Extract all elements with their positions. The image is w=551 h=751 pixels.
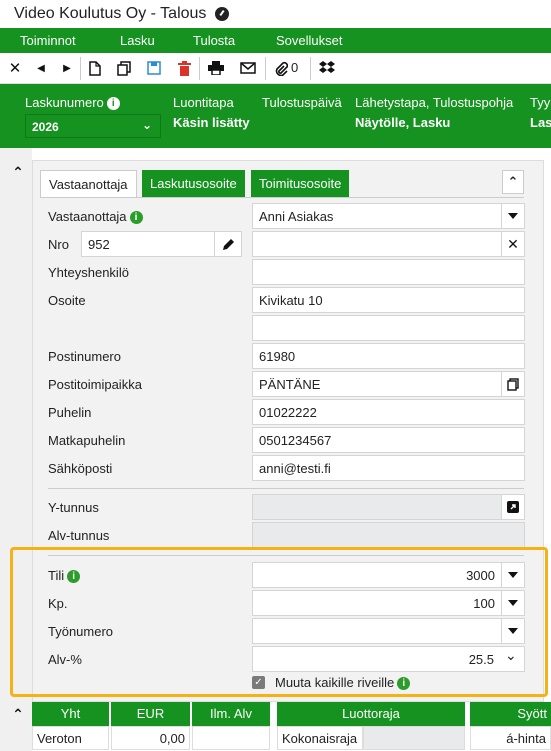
toolbar-divider — [310, 57, 311, 80]
attachment-count: 0 — [291, 60, 299, 75]
type-value: Las — [530, 115, 551, 130]
toolbar-divider — [199, 57, 200, 80]
table-header-syott: Syött — [470, 702, 551, 726]
recipient-dropdown-button[interactable] — [501, 203, 525, 229]
email-icon[interactable] — [239, 59, 257, 77]
business-id-input[interactable] — [252, 494, 502, 520]
toolbar-divider — [265, 57, 266, 80]
phone-input[interactable]: 01022222 — [252, 399, 525, 425]
table-cell-eur: 0,00 — [111, 726, 190, 750]
collapse-up-icon[interactable]: ⌃ — [9, 705, 27, 723]
toolbar-divider — [80, 57, 81, 80]
creation-method-label: Luontitapa — [173, 95, 234, 110]
table-cell-ilm-alv — [192, 726, 270, 750]
pencil-icon — [222, 238, 234, 250]
invoice-number-label: Laskunumero i — [25, 95, 120, 111]
mobile-input[interactable]: 0501234567 — [252, 427, 525, 453]
email-input[interactable]: anni@testi.fi — [252, 455, 525, 481]
postal-code-label: Postinumero — [48, 349, 121, 364]
table-cell-credit-value[interactable] — [363, 726, 465, 750]
title-bar: Video Koulutus Oy - Talous — [0, 0, 551, 28]
table-cell-veroton: Veroton — [32, 726, 109, 750]
tab-vastaanottaja[interactable]: Vastaanottaja — [40, 170, 137, 197]
save-icon[interactable] — [145, 59, 163, 77]
email-label: Sähköposti — [48, 461, 113, 476]
print-date-label: Tulostuspäivä — [262, 95, 342, 110]
contact-input[interactable] — [252, 259, 525, 285]
menu-bar: Toiminnot Lasku Tulosta Sovellukset — [0, 28, 551, 53]
table-header-ilm-alv: Ilm. Alv — [192, 702, 270, 726]
send-method-label: Lähetystapa, Tulostuspohja — [355, 95, 514, 110]
vat-id-input[interactable] — [252, 522, 525, 548]
table-cell-kokonaisraja: Kokonaisraja — [277, 726, 363, 750]
menu-tulosta[interactable]: Tulosta — [193, 33, 235, 48]
chevron-down-icon: ⌄ — [141, 118, 152, 132]
print-icon[interactable] — [207, 59, 225, 77]
menu-lasku[interactable]: Lasku — [120, 33, 155, 48]
section-divider — [48, 488, 524, 489]
address-line2-input[interactable] — [252, 315, 525, 341]
vat-id-label: Alv-tunnus — [48, 528, 110, 543]
creation-method-value: Käsin lisätty — [173, 115, 250, 130]
phone-label: Puhelin — [48, 405, 92, 420]
type-label: Tyy — [530, 95, 551, 110]
recipient-label: Vastaanottaja i — [48, 209, 143, 225]
address-input[interactable]: Kivikatu 10 — [252, 287, 525, 313]
contact-label: Yhteyshenkilö — [48, 265, 129, 280]
recipient-select[interactable]: Anni Asiakas — [252, 203, 502, 229]
menu-sovellukset[interactable]: Sovellukset — [276, 33, 342, 48]
tab-toimitusosoite[interactable]: Toimitusosoite — [251, 170, 350, 197]
address-label: Osoite — [48, 293, 86, 308]
dashboard-gauge-icon[interactable] — [215, 7, 229, 21]
nro-input[interactable]: 952 — [81, 231, 215, 257]
panel-collapse-icon[interactable]: ⌃ — [502, 170, 524, 194]
invoice-number-select[interactable]: 2026 ⌄ — [25, 114, 161, 138]
nro-label: Nro — [48, 237, 69, 252]
attachment-icon[interactable] — [272, 59, 290, 77]
collapse-up-icon[interactable]: ⌃ — [9, 163, 27, 181]
city-input[interactable]: PÄNTÄNE — [252, 371, 502, 397]
new-document-icon[interactable] — [86, 59, 104, 77]
table-cell-unit-price: á-hinta — [470, 726, 551, 750]
send-method-value: Näytölle, Lasku — [355, 115, 451, 130]
invoice-number-value: 2026 — [32, 120, 59, 134]
window-title: Video Koulutus Oy - Talous — [14, 5, 207, 22]
info-icon[interactable]: i — [106, 97, 120, 111]
mobile-label: Matkapuhelin — [48, 433, 126, 448]
info-icon[interactable]: i — [129, 211, 143, 225]
tab-divider — [40, 197, 524, 198]
business-id-label: Y-tunnus — [48, 500, 99, 515]
close-icon[interactable]: ✕ — [6, 59, 24, 77]
menu-toiminnot[interactable]: Toiminnot — [20, 33, 76, 48]
tab-laskutusosoite[interactable]: Laskutusosoite — [142, 170, 245, 197]
prev-icon[interactable]: ◀ — [32, 59, 50, 77]
table-header-yht: Yht — [32, 702, 109, 726]
delete-icon[interactable] — [175, 59, 193, 77]
postal-code-input[interactable]: 61980 — [252, 343, 525, 369]
edit-button[interactable] — [214, 231, 242, 257]
recipient-name-input[interactable] — [252, 231, 502, 257]
city-label: Postitoimipaikka — [48, 377, 142, 392]
toolbar: ✕ ◀ ▶ 0 — [0, 53, 551, 84]
caret-down-icon — [508, 213, 518, 219]
open-external-icon[interactable] — [501, 494, 525, 520]
highlight-frame — [10, 547, 548, 697]
copy-icon[interactable] — [501, 371, 525, 397]
clear-icon[interactable]: ✕ — [501, 231, 525, 257]
table-header-eur: EUR — [111, 702, 190, 726]
copy-icon[interactable] — [115, 59, 133, 77]
dropbox-icon[interactable] — [318, 59, 336, 77]
next-icon[interactable]: ▶ — [58, 59, 76, 77]
table-header-luottoraja: Luottoraja — [277, 702, 465, 726]
